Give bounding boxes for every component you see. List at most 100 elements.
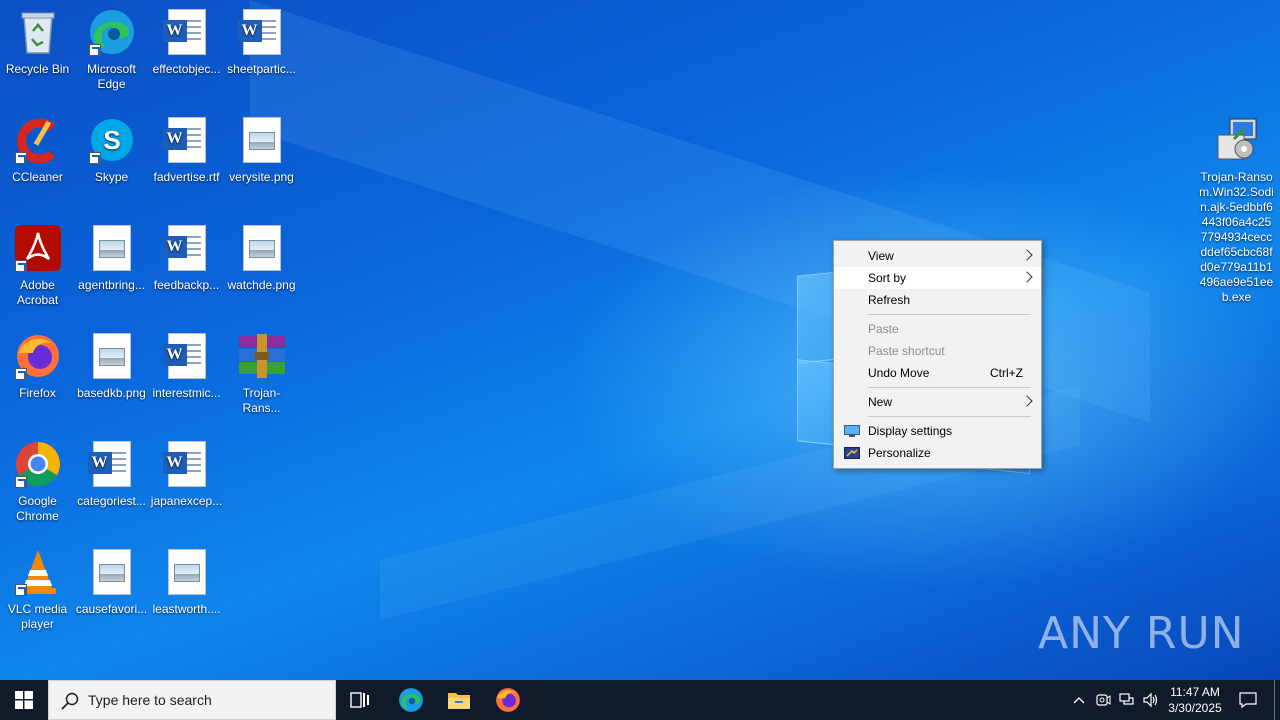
image-file-icon [87,548,137,596]
desktop-icon-trojan-exe[interactable]: Trojan-Ransom.Win32.Sodin.ajk-5edbbf6443… [1199,116,1274,305]
installer-exe-icon [1212,116,1262,164]
desktop-icon-verysite[interactable]: verysite.png [224,116,299,185]
desktop-icon-basedkb[interactable]: basedkb.png [74,332,149,401]
show-hidden-icons-button[interactable] [1068,680,1090,720]
clock-date: 3/30/2025 [1168,701,1222,715]
desktop-icon-ccleaner[interactable]: CCleaner [0,116,75,185]
meet-now-button[interactable] [1092,680,1114,720]
menu-item-refresh[interactable]: Refresh [834,289,1041,311]
skype-icon: S [87,116,137,164]
personalize-icon [844,447,860,459]
desktop-icon-categoriest[interactable]: W categoriest... [74,440,149,509]
menu-separator [868,387,1031,388]
image-file-icon [237,224,287,272]
image-file-icon [87,332,137,380]
shortcut-hint: Ctrl+Z [990,366,1023,380]
word-document-icon: W [87,440,137,488]
word-document-icon: W [162,8,212,56]
menu-item-paste-shortcut[interactable]: Paste shortcut [834,340,1041,362]
taskbar-file-explorer-button[interactable] [435,680,483,720]
clock-time: 11:47 AM [1170,685,1220,699]
desktop-context-menu: View Sort by Refresh Paste Paste shortcu… [833,240,1042,469]
show-desktop-button[interactable] [1274,680,1275,720]
notification-icon [1239,692,1257,708]
image-file-icon [162,548,212,596]
network-icon [1119,693,1134,705]
edge-icon [87,8,137,56]
desktop-icon-microsoft-edge[interactable]: Microsoft Edge [74,8,149,92]
firefox-icon [496,688,520,712]
taskbar: Type here to search 11:47 AM 3/30/2025 [0,680,1280,720]
ccleaner-icon [13,116,63,164]
search-icon [61,692,79,710]
svg-text:S: S [103,125,120,155]
word-document-icon: W [237,8,287,56]
chevron-right-icon [1021,395,1033,407]
desktop-icon-adobe-acrobat[interactable]: Adobe Acrobat [0,224,75,308]
menu-separator [868,416,1031,417]
task-view-button[interactable] [336,680,384,720]
desktop-icon-trojan-archive[interactable]: Trojan-Rans... [224,332,299,416]
menu-item-paste[interactable]: Paste [834,318,1041,340]
word-document-icon: W [162,116,212,164]
desktop-icon-skype[interactable]: S Skype [74,116,149,185]
recycle-bin-icon [13,8,63,56]
shortcut-arrow-icon [14,152,27,164]
taskbar-search-box[interactable]: Type here to search [48,680,336,720]
shortcut-arrow-icon [14,476,27,488]
desktop-icon-watchde[interactable]: watchde.png [224,224,299,293]
desktop-icon-google-chrome[interactable]: Google Chrome [0,440,75,524]
shortcut-arrow-icon [14,368,27,380]
desktop-icon-interestmic[interactable]: W interestmic... [149,332,224,401]
menu-item-view[interactable]: View [834,245,1041,267]
taskbar-edge-button[interactable] [387,680,435,720]
shortcut-arrow-icon [88,44,101,56]
desktop-icon-recycle-bin[interactable]: Recycle Bin [0,8,75,77]
meet-now-icon [1096,694,1111,706]
chevron-right-icon [1021,249,1033,261]
task-view-icon [350,692,369,708]
menu-item-sort-by[interactable]: Sort by [834,267,1041,289]
image-file-icon [87,224,137,272]
start-button[interactable] [0,680,48,720]
vlc-icon [13,548,63,596]
word-document-icon: W [162,224,212,272]
desktop-icon-effectobjec[interactable]: W effectobjec... [149,8,224,77]
desktop[interactable]: Recycle Bin CCleaner Adobe Acrobat Firef… [0,0,1280,680]
chevron-right-icon [1021,271,1033,283]
firefox-icon [13,332,63,380]
desktop-icon-vlc[interactable]: VLC media player [0,548,75,632]
desktop-icon-japanexcep[interactable]: W japanexcep... [149,440,224,509]
volume-icon [1143,692,1158,708]
display-settings-icon [844,425,860,437]
winrar-archive-icon [237,332,287,380]
menu-item-undo-move[interactable]: Undo Move Ctrl+Z [834,362,1041,384]
shortcut-arrow-icon [14,584,27,596]
image-file-icon [237,116,287,164]
taskbar-firefox-button[interactable] [484,680,532,720]
menu-item-new[interactable]: New [834,391,1041,413]
network-button[interactable] [1116,680,1138,720]
edge-icon [399,688,423,712]
desktop-icon-causefavori[interactable]: causefavori... [74,548,149,617]
desktop-icon-sheetpartic[interactable]: W sheetpartic... [224,8,299,77]
file-explorer-icon [448,693,470,709]
word-document-icon: W [162,332,212,380]
desktop-icon-firefox[interactable]: Firefox [0,332,75,401]
desktop-icon-feedbackp[interactable]: W feedbackp... [149,224,224,293]
chevron-up-icon [1073,697,1085,704]
desktop-icon-agentbring[interactable]: agentbring... [74,224,149,293]
chrome-icon [13,440,63,488]
clock[interactable]: 11:47 AM 3/30/2025 [1160,684,1230,716]
menu-item-personalize[interactable]: Personalize [834,442,1041,464]
acrobat-icon [13,224,63,272]
windows-start-icon [15,691,33,709]
shortcut-arrow-icon [88,152,101,164]
menu-item-display-settings[interactable]: Display settings [834,420,1041,442]
desktop-icon-leastworth[interactable]: leastworth.... [149,548,224,617]
volume-button[interactable] [1140,680,1162,720]
desktop-icon-fadvertise[interactable]: W fadvertise.rtf [149,116,224,185]
menu-separator [868,314,1031,315]
action-center-button[interactable] [1232,680,1264,720]
anyrun-watermark: ANY RUN [1038,608,1245,659]
